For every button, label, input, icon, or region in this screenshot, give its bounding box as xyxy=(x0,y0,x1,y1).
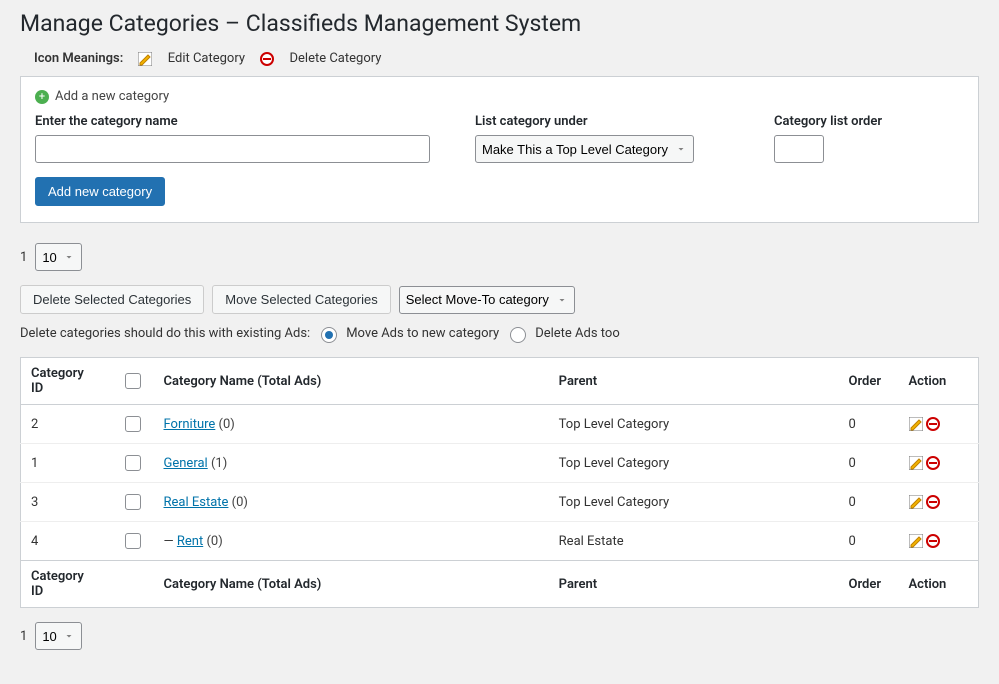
category-link[interactable]: Real Estate xyxy=(164,495,229,510)
pager-page-bottom: 1 xyxy=(20,629,27,644)
icon-meanings-label: Icon Meanings: xyxy=(34,51,123,66)
parent-category-label: List category under xyxy=(475,114,694,129)
delete-icon xyxy=(260,52,274,66)
delete-action[interactable] xyxy=(926,417,940,432)
cell-parent: Top Level Category xyxy=(549,405,839,444)
category-order-input[interactable] xyxy=(774,135,824,163)
add-category-button[interactable]: Add new category xyxy=(35,177,165,206)
category-count: (0) xyxy=(219,417,235,432)
cell-order: 0 xyxy=(839,483,899,522)
category-link[interactable]: General xyxy=(164,456,208,471)
page-title: Manage Categories – Classifieds Manageme… xyxy=(20,10,979,37)
pager-page-top: 1 xyxy=(20,250,27,265)
cell-order: 0 xyxy=(839,522,899,561)
category-link[interactable]: Forniture xyxy=(164,417,216,432)
col-header-name: Category Name (Total Ads) xyxy=(154,358,549,405)
delete-ads-radio-label: Delete Ads too xyxy=(535,326,620,341)
add-panel-title: Add a new category xyxy=(55,89,169,104)
row-checkbox[interactable] xyxy=(125,455,141,471)
select-all-checkbox[interactable] xyxy=(125,373,141,389)
delete-selected-button[interactable]: Delete Selected Categories xyxy=(20,285,204,314)
cell-parent: Top Level Category xyxy=(549,483,839,522)
add-icon: + xyxy=(35,90,49,104)
col-footer-name: Category Name (Total Ads) xyxy=(154,561,549,608)
cell-name: General (1) xyxy=(154,444,549,483)
cell-name: — Rent (0) xyxy=(154,522,549,561)
edit-action[interactable] xyxy=(909,534,923,549)
row-checkbox[interactable] xyxy=(125,416,141,432)
row-checkbox[interactable] xyxy=(125,533,141,549)
category-count: (1) xyxy=(211,456,227,471)
move-ads-radio-label: Move Ads to new category xyxy=(346,326,499,341)
cell-name: Real Estate (0) xyxy=(154,483,549,522)
col-header-parent: Parent xyxy=(549,358,839,405)
edit-action[interactable] xyxy=(909,495,923,510)
delete-action[interactable] xyxy=(926,495,940,510)
cell-name: Forniture (0) xyxy=(154,405,549,444)
pager-perpage-select-bottom[interactable]: 10 xyxy=(35,622,82,650)
col-footer-order: Order xyxy=(839,561,899,608)
move-ads-radio[interactable] xyxy=(321,327,337,343)
edit-action[interactable] xyxy=(909,456,923,471)
category-link[interactable]: Rent xyxy=(177,534,203,549)
category-count: (0) xyxy=(206,534,222,549)
cell-parent: Real Estate xyxy=(549,522,839,561)
parent-category-select[interactable]: Make This a Top Level Category xyxy=(475,135,694,163)
delete-action[interactable] xyxy=(926,456,940,471)
col-footer-id: Category ID xyxy=(21,561,111,608)
edit-icon-label: Edit Category xyxy=(168,51,245,66)
delete-icon-label: Delete Category xyxy=(290,51,382,66)
category-count: (0) xyxy=(232,495,248,510)
table-row: 2Forniture (0)Top Level Category0 xyxy=(21,405,979,444)
delete-ads-radio[interactable] xyxy=(510,327,526,343)
category-table: Category ID Category Name (Total Ads) Pa… xyxy=(20,357,979,608)
cell-id: 2 xyxy=(21,405,111,444)
cell-id: 3 xyxy=(21,483,111,522)
table-row: 3Real Estate (0)Top Level Category0 xyxy=(21,483,979,522)
category-name-label: Enter the category name xyxy=(35,114,435,129)
cell-id: 1 xyxy=(21,444,111,483)
table-row: 4 — Rent (0)Real Estate0 xyxy=(21,522,979,561)
edit-action[interactable] xyxy=(909,417,923,432)
col-footer-parent: Parent xyxy=(549,561,839,608)
col-footer-action: Action xyxy=(899,561,979,608)
cell-id: 4 xyxy=(21,522,111,561)
col-header-action: Action xyxy=(899,358,979,405)
icon-meanings-row: Icon Meanings: Edit Category Delete Cate… xyxy=(34,51,979,66)
pager-perpage-select-top[interactable]: 10 xyxy=(35,243,82,271)
table-row: 1General (1)Top Level Category0 xyxy=(21,444,979,483)
col-header-id: Category ID xyxy=(21,358,111,405)
move-to-select[interactable]: Select Move-To category xyxy=(399,286,575,314)
add-category-panel: + Add a new category Enter the category … xyxy=(20,76,979,223)
cell-parent: Top Level Category xyxy=(549,444,839,483)
col-header-order: Order xyxy=(839,358,899,405)
delete-action[interactable] xyxy=(926,534,940,549)
cell-order: 0 xyxy=(839,444,899,483)
delete-options-prompt: Delete categories should do this with ex… xyxy=(20,326,310,341)
edit-icon xyxy=(138,52,152,66)
row-checkbox[interactable] xyxy=(125,494,141,510)
category-order-label: Category list order xyxy=(774,114,882,129)
category-name-input[interactable] xyxy=(35,135,430,163)
cell-order: 0 xyxy=(839,405,899,444)
move-selected-button[interactable]: Move Selected Categories xyxy=(212,285,390,314)
